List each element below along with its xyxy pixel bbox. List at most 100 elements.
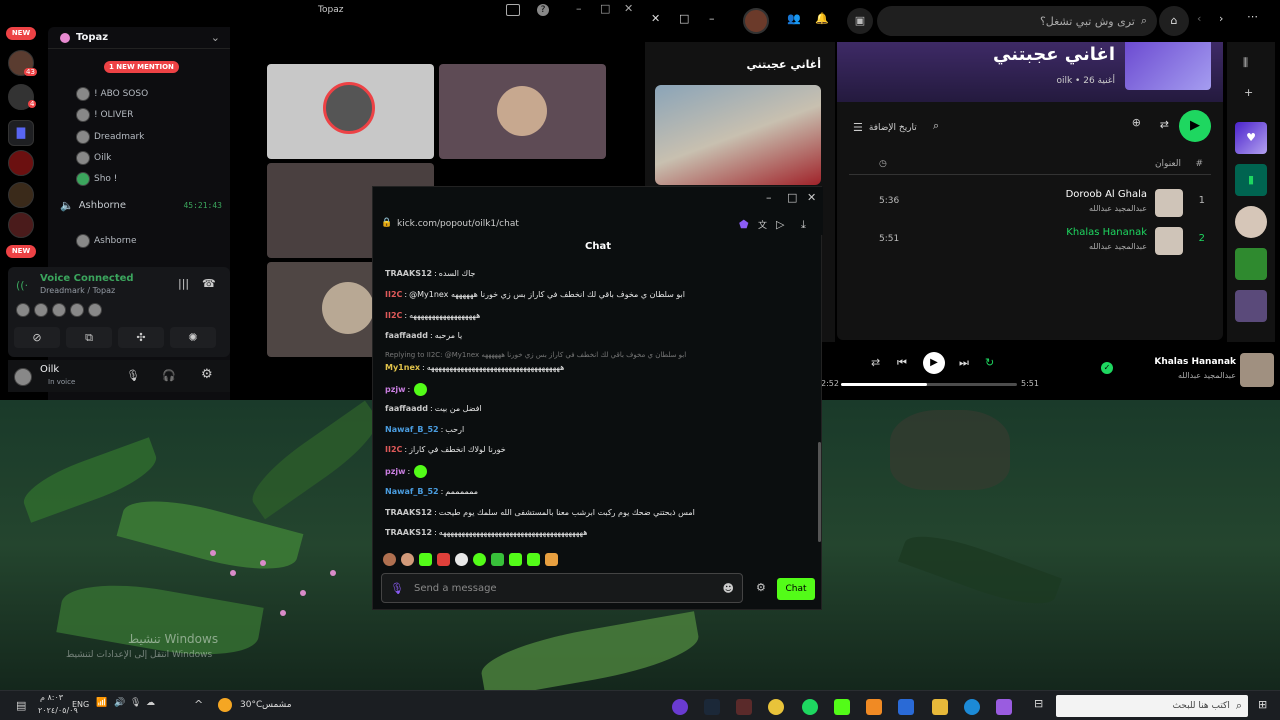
forward-icon[interactable]: › <box>1219 12 1223 25</box>
noise-icon[interactable]: ||| <box>178 277 189 290</box>
app-icon[interactable] <box>736 699 752 715</box>
store-icon[interactable] <box>898 699 914 715</box>
liked-songs[interactable]: ♥ <box>1235 122 1267 154</box>
download-icon[interactable]: ⤓ <box>801 218 806 232</box>
tray-chevron-icon[interactable]: ^ <box>194 698 203 711</box>
url-text[interactable]: kick.com/popout/oilk1/chat <box>397 219 519 229</box>
taskbar-search[interactable]: اكتب هنا للبحث ⌕ <box>1056 695 1248 717</box>
minimize-icon[interactable]: – <box>709 12 715 25</box>
volume-icon[interactable]: 🔊 <box>114 698 125 708</box>
download-icon[interactable]: ⊕ <box>1132 116 1141 129</box>
gear-icon[interactable]: ⚙ <box>201 367 213 382</box>
browse-icon[interactable]: ▣ <box>847 8 873 34</box>
maximize-icon[interactable]: □ <box>787 191 797 204</box>
search-icon[interactable]: ⌕ <box>933 119 939 133</box>
spotify-icon[interactable] <box>802 699 818 715</box>
app-icon[interactable] <box>672 699 688 715</box>
voice-user[interactable]: ! OLIVER <box>76 108 133 122</box>
search-input[interactable]: اكتب هنا للبحث <box>1172 701 1229 711</box>
add-icon[interactable]: + <box>1244 86 1253 99</box>
home-icon[interactable]: ⌂ <box>1159 6 1189 36</box>
previous-icon[interactable]: ⏮ <box>897 356 907 370</box>
close-icon[interactable]: ✕ <box>624 2 633 15</box>
message-box[interactable]: 🎙 Send a message ☻ <box>381 573 743 603</box>
chat-username[interactable]: TRAAKS12 <box>385 528 432 537</box>
repeat-icon[interactable]: ↻ <box>985 356 994 369</box>
edge-icon[interactable] <box>964 699 980 715</box>
voice-status[interactable]: Voice Connected <box>40 273 134 284</box>
back-icon[interactable]: ‹ <box>1197 12 1201 25</box>
shield-icon[interactable]: ⬟ <box>739 218 749 231</box>
mic-icon[interactable]: 🎙 <box>390 582 404 595</box>
chat-username[interactable]: faaffaadd <box>385 404 428 413</box>
chat-username[interactable]: TRAAKS12 <box>385 508 432 517</box>
soundboard-button[interactable]: ✺ <box>170 327 216 348</box>
chat-username[interactable]: TRAAKS12 <box>385 269 432 278</box>
next-icon[interactable]: ⏭ <box>959 356 969 370</box>
wifi-icon[interactable]: 📶 <box>96 698 107 708</box>
folder-icon[interactable]: ▇ <box>8 120 34 146</box>
notification-icon[interactable]: ▤ <box>16 699 26 712</box>
language-indicator[interactable]: ENG <box>72 700 89 709</box>
app-icon[interactable] <box>866 699 882 715</box>
close-icon[interactable]: ✕ <box>807 191 816 204</box>
maximize-icon[interactable]: □ <box>600 2 610 15</box>
clock-time[interactable]: ٨:٠٣ م <box>40 693 63 702</box>
more-icon[interactable]: ⋯ <box>1247 10 1258 23</box>
chat-username[interactable]: Nawaf_B_52 <box>385 425 439 434</box>
help-icon[interactable]: ? <box>537 4 549 16</box>
disconnect-icon[interactable]: ☎ <box>202 277 216 290</box>
search-input[interactable]: ترى وش تبي تشغل؟ <box>1040 15 1135 28</box>
maximize-icon[interactable]: □ <box>679 12 689 25</box>
camera-button[interactable]: ⊘ <box>14 327 60 348</box>
sort-control[interactable]: ☰ تاريخ الإضافة <box>853 121 917 134</box>
folder-icon[interactable] <box>932 699 948 715</box>
user-name[interactable]: Oilk <box>40 364 59 375</box>
server-icon-3[interactable] <box>8 150 34 176</box>
copilot-icon[interactable] <box>996 699 1012 715</box>
emoji-icon[interactable]: ☻ <box>723 582 734 595</box>
send-button[interactable]: Chat <box>777 578 815 600</box>
start-icon[interactable]: ⊞ <box>1258 698 1267 711</box>
saved-episodes[interactable]: ▮ <box>1235 164 1267 196</box>
search-bar[interactable]: ترى وش تبي تشغل؟ ⌕ <box>877 6 1157 36</box>
playlist-thumb[interactable] <box>1235 290 1267 322</box>
avatar[interactable] <box>743 8 769 34</box>
library-icon[interactable]: ⫼ <box>1243 56 1248 70</box>
voice-user[interactable]: ! ABO SOSO <box>76 87 148 101</box>
chat-username[interactable]: My1nex <box>385 363 420 372</box>
screen-share-button[interactable]: ⧉ <box>66 327 112 348</box>
mic-icon[interactable]: 🎙 <box>130 698 141 708</box>
chrome-icon[interactable] <box>768 699 784 715</box>
track-row[interactable]: 1 Doroob Al Ghala عبدالمجيد عبدالله 5:36 <box>849 187 1211 219</box>
shuffle-icon[interactable]: ⇄ <box>871 356 880 369</box>
progress-bar[interactable] <box>841 383 1017 386</box>
shuffle-icon[interactable]: ⇄ <box>1160 118 1169 131</box>
emote-icon[interactable] <box>401 553 414 566</box>
voice-user[interactable]: Ashborne <box>76 234 137 248</box>
weather-temp[interactable]: 30°C <box>240 700 262 710</box>
emote-icon[interactable] <box>437 553 450 566</box>
voice-channel[interactable]: 🔈 Ashborne 45:21:43 <box>60 199 222 212</box>
now-playing-title[interactable]: Khalas Hananak <box>1154 357 1236 367</box>
cast-icon[interactable]: ▷ <box>776 218 784 231</box>
now-playing-artist[interactable]: عبدالمجيد عبدالله <box>1178 371 1236 380</box>
playlist-thumb[interactable] <box>1235 206 1267 238</box>
task-view-icon[interactable]: ⊟ <box>1034 697 1043 710</box>
emote-icon[interactable] <box>491 553 504 566</box>
server-icon-5[interactable] <box>8 212 34 238</box>
chat-username[interactable]: II2C <box>385 445 402 454</box>
new-mention-pill[interactable]: 1 NEW MENTION <box>104 61 179 73</box>
emote-icon[interactable] <box>383 553 396 566</box>
steam-icon[interactable] <box>704 699 720 715</box>
playlist-thumb[interactable] <box>1235 248 1267 280</box>
emote-icon[interactable] <box>473 553 486 566</box>
emote-icon[interactable] <box>527 553 540 566</box>
scrollbar[interactable] <box>818 442 821 542</box>
translate-icon[interactable]: 文 <box>758 218 767 231</box>
message-input[interactable]: Send a message <box>414 583 497 594</box>
chat-username[interactable]: Nawaf_B_52 <box>385 487 439 496</box>
chat-username[interactable]: II2C <box>385 290 402 299</box>
emote-icon[interactable] <box>545 553 558 566</box>
chat-username[interactable]: pzjw <box>385 467 406 476</box>
